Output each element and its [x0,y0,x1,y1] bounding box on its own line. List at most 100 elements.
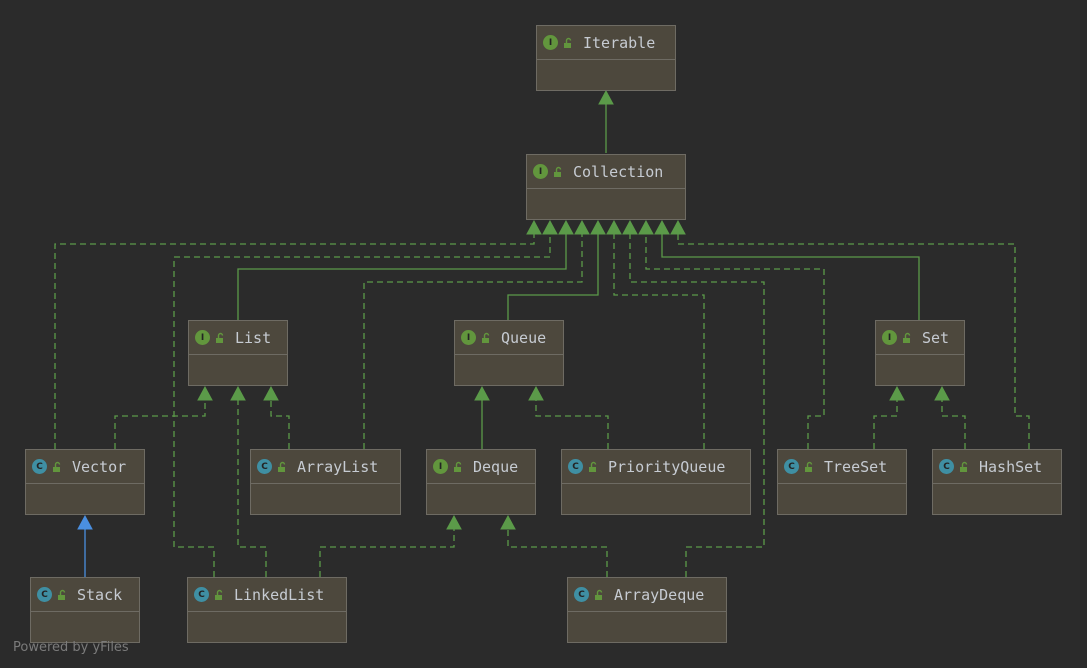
arrowhead [654,219,670,235]
edge-arraydeque-to-deque [500,514,608,577]
edge-linkedlist-to-deque [319,514,462,577]
class-icon: C [784,459,799,474]
node-header: C ArrayList [251,450,400,484]
unlocked-icon [215,589,223,600]
edge-hashset-to-collection [670,219,1030,449]
edge-deque-to-queue [474,385,490,449]
node-label: Stack [77,585,123,604]
node-iterable[interactable]: I Iterable [536,25,676,91]
uml-class-diagram: I Iterable I Collection I List I Queue I Set C Vect… [0,0,1087,668]
arrowhead [558,219,574,235]
arrowhead [622,219,638,235]
node-hashset[interactable]: C HashSet [932,449,1062,515]
node-linkedlist[interactable]: C LinkedList [187,577,347,643]
node-arraydeque[interactable]: C ArrayDeque [567,577,727,643]
edge-line [677,233,1030,449]
edge-arraylist-to-list [263,385,290,449]
node-header: C ArrayDeque [568,578,726,612]
node-header: C LinkedList [188,578,346,612]
arrowhead [598,89,614,105]
interface-icon: I [461,330,476,345]
class-icon: C [574,587,589,602]
edge-collection-to-iterable [598,89,614,153]
node-label: Deque [473,457,519,476]
node-priorityqueue[interactable]: C PriorityQueue [561,449,751,515]
node-header: I Iterable [537,26,675,60]
class-icon: C [37,587,52,602]
edge-arraydeque-to-collection [622,219,765,577]
unlocked-icon [589,461,597,472]
arrowhead [528,385,544,401]
node-label: Vector [72,457,127,476]
interface-icon: I [433,459,448,474]
node-deque[interactable]: I Deque [426,449,536,515]
node-label: TreeSet [824,457,888,476]
class-icon: C [939,459,954,474]
class-icon: C [257,459,272,474]
edge-line [535,399,609,449]
arrowhead [638,219,654,235]
interface-icon: I [543,35,558,50]
node-vector[interactable]: C Vector [25,449,145,515]
unlocked-icon [58,589,66,600]
arrowhead [77,514,93,530]
node-set[interactable]: I Set [875,320,965,386]
interface-icon: I [533,164,548,179]
node-list[interactable]: I List [188,320,288,386]
edge-list-to-collection [237,219,574,320]
node-queue[interactable]: I Queue [454,320,564,386]
node-label: List [235,328,272,347]
unlocked-icon [564,37,572,48]
arrowhead [889,385,905,401]
class-icon: C [32,459,47,474]
node-label: ArrayList [297,457,379,476]
node-collection[interactable]: I Collection [526,154,686,220]
arrowhead [606,219,622,235]
unlocked-icon [554,166,562,177]
arrowhead [934,385,950,401]
arrowhead [446,514,462,530]
node-label: LinkedList [234,585,325,604]
node-label: PriorityQueue [608,457,726,476]
arrowhead [574,219,590,235]
node-header: C HashSet [933,450,1061,484]
edge-line [270,399,290,449]
arrowhead [542,219,558,235]
arrowhead [263,385,279,401]
edge-line [319,528,455,577]
arrowhead [526,219,542,235]
edge-line [661,233,920,320]
node-header: I Deque [427,450,535,484]
node-arraylist[interactable]: C ArrayList [250,449,401,515]
node-header: I Set [876,321,964,355]
arrowhead [500,514,516,530]
arrowhead [230,385,246,401]
node-label: Iterable [583,33,656,52]
edge-vector-to-list [114,385,213,449]
node-header: I List [189,321,287,355]
unlocked-icon [216,332,224,343]
unlocked-icon [805,461,813,472]
unlocked-icon [960,461,968,472]
edge-line [645,233,825,449]
interface-icon: I [195,330,210,345]
edge-line [873,399,898,449]
node-label: ArrayDeque [614,585,705,604]
edge-stack-to-vector [77,514,93,577]
class-icon: C [568,459,583,474]
unlocked-icon [595,589,603,600]
edge-line [941,399,966,449]
node-label: HashSet [979,457,1043,476]
edge-line [629,233,765,577]
node-stack[interactable]: C Stack [30,577,140,643]
node-treeset[interactable]: C TreeSet [777,449,907,515]
interface-icon: I [882,330,897,345]
edge-priorityqueue-to-queue [528,385,609,449]
unlocked-icon [482,332,490,343]
edge-set-to-collection [654,219,920,320]
node-label: Queue [501,328,547,347]
node-header: I Queue [455,321,563,355]
arrowhead [590,219,606,235]
edge-priorityqueue-to-collection [606,219,705,449]
arrowhead [670,219,686,235]
